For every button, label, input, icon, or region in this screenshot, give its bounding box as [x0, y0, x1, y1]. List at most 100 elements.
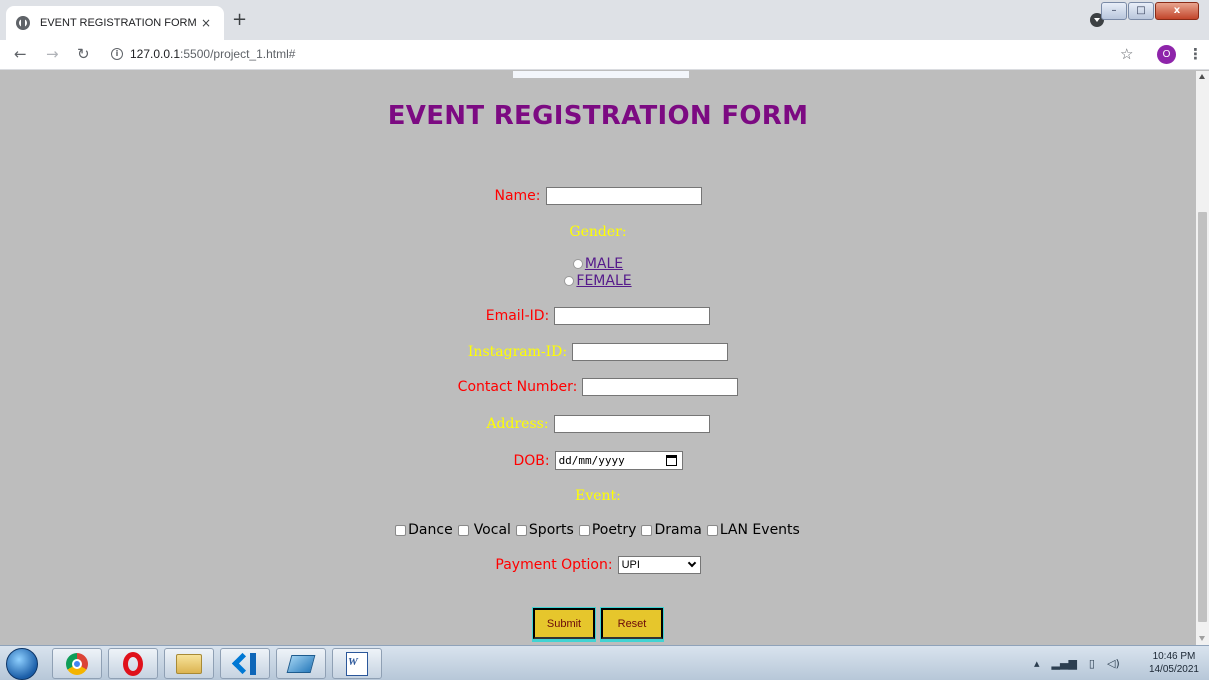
url-path: :5500/project_1.html# [180, 47, 296, 61]
dob-row: DOB: dd/mm/yyyy [0, 451, 1196, 470]
vertical-scrollbar[interactable] [1196, 71, 1209, 645]
name-label: Name: [494, 188, 541, 204]
vscode-taskbar-item[interactable] [220, 648, 270, 679]
contact-row: Contact Number: [0, 378, 1196, 396]
payment-row: Payment Option: UPI [0, 556, 1196, 574]
address-row: Address: [0, 415, 1196, 433]
globe-icon [16, 16, 30, 30]
vscode-icon [233, 652, 257, 676]
browser-toolbar: ← → ↻ i 127.0.0.1:5500/project_1.html# ☆… [0, 40, 1209, 70]
clock-date: 14/05/2021 [1148, 664, 1199, 675]
male-option-label[interactable]: MALE [585, 256, 623, 272]
reload-icon[interactable]: ↻ [77, 45, 90, 63]
male-radio[interactable] [572, 259, 583, 269]
vocal-checkbox[interactable] [457, 524, 469, 536]
chrome-icon [66, 652, 88, 675]
tab-strip: EVENT REGISTRATION FORM × + – □ x [0, 0, 1209, 40]
drama-label: Drama [654, 522, 702, 538]
opera-taskbar-item[interactable] [108, 648, 158, 679]
dob-placeholder: dd/mm/yyyy [558, 454, 625, 467]
address-label: Address: [486, 416, 549, 432]
scroll-down-arrow-icon[interactable] [1199, 636, 1205, 641]
clock-time: 10:46 PM [1152, 651, 1196, 662]
volume-icon[interactable]: ◁) [1107, 657, 1120, 670]
profile-avatar[interactable]: O [1157, 45, 1176, 64]
tab-title: EVENT REGISTRATION FORM [40, 17, 197, 29]
buttons-row: Submit Reset [0, 607, 1196, 642]
calendar-icon[interactable] [665, 455, 677, 466]
reset-button-frame: Reset [600, 607, 664, 642]
dob-input[interactable]: dd/mm/yyyy [554, 451, 683, 470]
sports-label: Sports [528, 522, 574, 538]
vocal-label: Vocal [473, 522, 511, 538]
lan-events-label: LAN Events [719, 522, 800, 538]
event-label: Event: [575, 488, 621, 504]
windows-taskbar: ▴ ▂▄▆ ▯ ◁) 10:46 PM 14/05/2021 [0, 645, 1209, 680]
submit-button[interactable]: Submit [533, 608, 595, 639]
star-icon[interactable]: ☆ [1120, 45, 1133, 63]
browser-tab[interactable]: EVENT REGISTRATION FORM × [6, 6, 224, 40]
submit-button-frame: Submit [532, 607, 596, 642]
payment-selected-value: UPI [621, 559, 640, 571]
info-icon[interactable]: i [111, 48, 123, 60]
network-signal-icon[interactable]: ▂▄▆ [1052, 657, 1077, 670]
tray-expand-icon[interactable]: ▴ [1034, 657, 1040, 670]
reset-button[interactable]: Reset [601, 608, 663, 639]
name-row: Name: [0, 187, 1196, 205]
address-input[interactable] [553, 415, 710, 433]
poetry-checkbox[interactable] [578, 524, 590, 536]
opera-icon [123, 651, 143, 676]
sports-checkbox[interactable] [515, 524, 527, 536]
email-input[interactable] [554, 307, 711, 325]
tab-close-button[interactable]: × [198, 16, 214, 30]
event-options-row: Dance Vocal Sports Poetry Drama LAN Even… [0, 522, 1196, 538]
scroll-thumb[interactable] [1198, 212, 1207, 622]
contact-label: Contact Number: [457, 379, 578, 395]
window-controls: – □ x [1100, 2, 1199, 20]
gender-label: Gender: [569, 224, 627, 240]
gender-female-row: FEMALE [0, 273, 1196, 289]
back-arrow-icon[interactable]: ← [14, 45, 27, 63]
url-host: 127.0.0.1 [130, 47, 181, 61]
explorer-taskbar-item[interactable] [164, 648, 214, 679]
address-bar[interactable]: 127.0.0.1:5500/project_1.html# [130, 47, 295, 61]
page-viewport: EVENT REGISTRATION FORM Name: Gender: MA… [0, 71, 1196, 645]
maximize-button[interactable]: □ [1128, 2, 1154, 20]
battery-icon[interactable]: ▯ [1089, 657, 1095, 670]
close-window-button[interactable]: x [1155, 2, 1199, 20]
chrome-taskbar-item[interactable] [52, 648, 102, 679]
payment-select[interactable]: UPI [617, 556, 701, 574]
instagram-row: Instagram-ID: [0, 343, 1196, 361]
lan-events-checkbox[interactable] [706, 524, 718, 536]
contact-input[interactable] [582, 378, 739, 396]
minimize-button[interactable]: – [1101, 2, 1127, 20]
instagram-label: Instagram-ID: [467, 344, 568, 360]
taskbar-clock[interactable]: 10:46 PM 14/05/2021 [1149, 650, 1199, 676]
eraser-taskbar-item[interactable] [276, 648, 326, 679]
poetry-label: Poetry [591, 522, 637, 538]
instagram-input[interactable] [572, 343, 729, 361]
event-row: Event: [0, 488, 1196, 504]
word-taskbar-item[interactable] [332, 648, 382, 679]
new-tab-button[interactable]: + [232, 11, 247, 29]
start-button-icon[interactable] [6, 648, 38, 680]
email-label: Email-ID: [485, 308, 550, 324]
kebab-menu-icon[interactable]: ⋮ [1188, 45, 1203, 63]
payment-label: Payment Option: [495, 557, 613, 573]
name-input[interactable] [545, 187, 702, 205]
page-top-strip [513, 71, 689, 78]
dance-checkbox[interactable] [395, 524, 407, 536]
folder-icon [176, 653, 202, 674]
chevron-down-icon [687, 558, 696, 568]
scroll-up-arrow-icon[interactable] [1199, 74, 1205, 79]
forward-arrow-icon[interactable]: → [46, 45, 59, 63]
dob-label: DOB: [513, 452, 550, 469]
gender-male-row: MALE [0, 256, 1196, 272]
email-row: Email-ID: [0, 307, 1196, 325]
gender-row: Gender: [0, 224, 1196, 240]
eraser-icon [286, 654, 316, 673]
female-option-label[interactable]: FEMALE [576, 273, 631, 289]
female-radio[interactable] [564, 276, 575, 286]
drama-checkbox[interactable] [641, 524, 653, 536]
dance-label: Dance [408, 522, 453, 538]
